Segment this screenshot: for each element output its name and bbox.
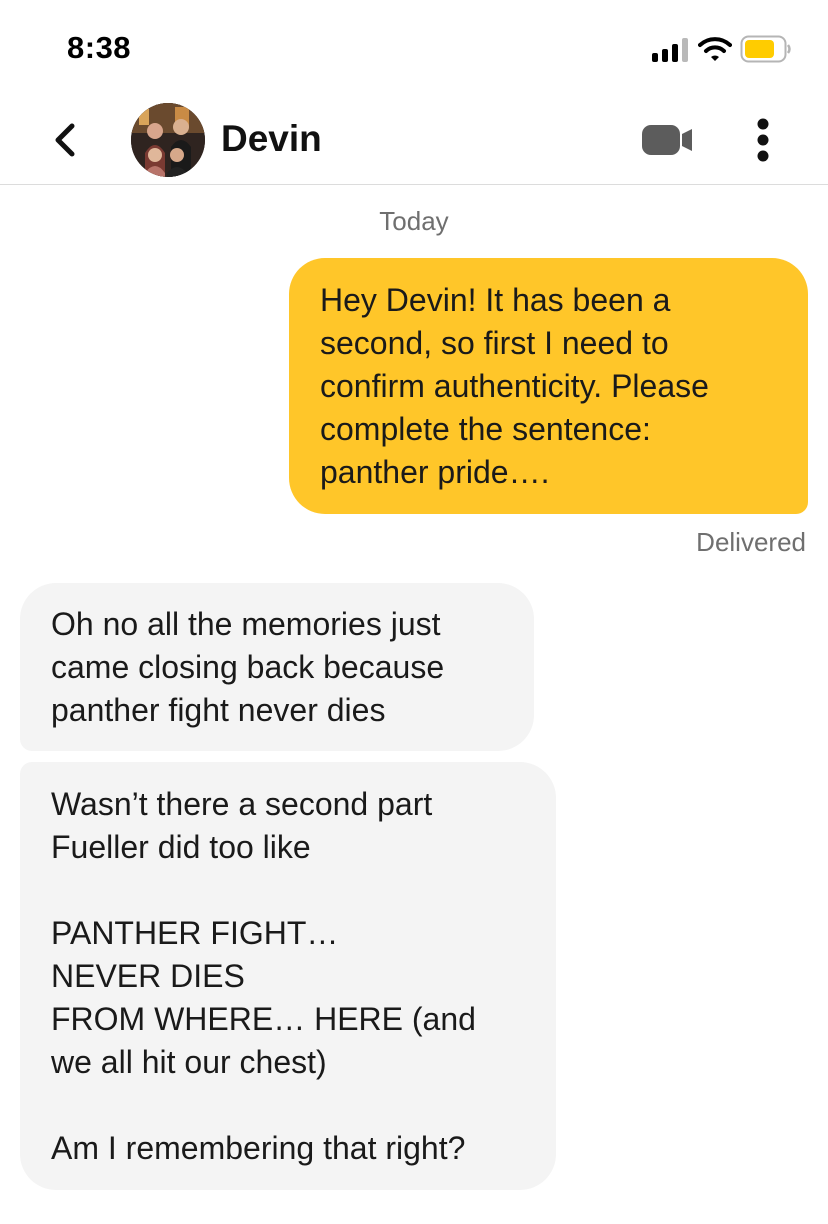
outgoing-message-bubble[interactable]: Hey Devin! It has been a second, so firs… [289,258,808,514]
video-camera-icon[interactable] [640,122,694,158]
back-icon[interactable] [44,118,88,162]
status-time: 8:38 [67,30,132,65]
day-separator: Today [379,206,449,236]
contact-name[interactable]: Devin [221,118,322,160]
chat-header: Devin [0,96,828,185]
wifi-icon [698,37,732,61]
status-bar: 8:38 [0,0,828,96]
cellular-signal-icon [652,38,692,62]
battery-icon [740,35,791,63]
more-vertical-icon[interactable] [748,116,778,164]
avatar[interactable] [131,103,205,177]
incoming-message-bubble[interactable]: Wasn’t there a second part Fueller did t… [20,762,556,1190]
delivery-status: Delivered [696,527,806,557]
incoming-message-bubble[interactable]: Oh no all the memories just came closing… [20,583,534,751]
